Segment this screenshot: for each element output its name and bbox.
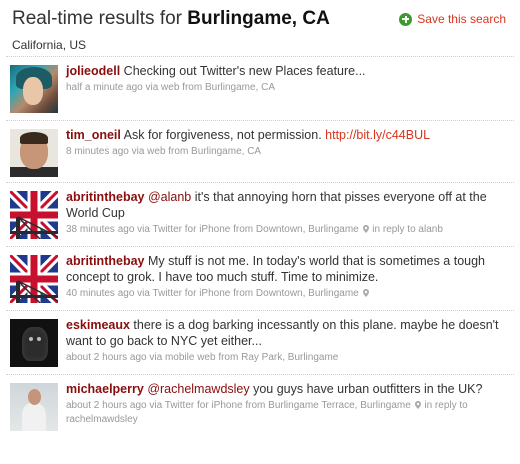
tweet-item: eskimeaux there is a dog barking incessa… [6, 310, 514, 374]
tweet-item: tim_oneil Ask for forgiveness, not permi… [6, 120, 514, 182]
tweet-mention[interactable]: @alanb [148, 190, 191, 204]
union-jack-bridge-icon [10, 255, 58, 303]
tweet-body: Ask for forgiveness, not permission. [123, 128, 326, 142]
tweet-meta: 40 minutes ago via Twitter for iPhone fr… [66, 287, 508, 301]
location-subtitle: California, US [12, 38, 87, 52]
tweet-username[interactable]: abritinthebay [66, 190, 145, 204]
user-avatar[interactable] [10, 191, 58, 239]
user-avatar[interactable] [10, 383, 58, 431]
tweet-username[interactable]: abritinthebay [66, 254, 145, 268]
tweet-meta: 8 minutes ago via web from Burlingame, C… [66, 146, 262, 157]
location-pin-icon [363, 225, 369, 233]
tweet-body: you guys have urban outfitters in the UK… [249, 382, 483, 396]
tweet-username[interactable]: michaelperry [66, 382, 144, 396]
tweet-meta-text: about 2 hours ago via Twitter for iPhone… [66, 400, 411, 411]
tweet-item: abritinthebay @alanb it's that annoying … [6, 182, 514, 246]
tweet-body: there is a dog barking incessantly on th… [66, 318, 499, 348]
tweet-text: jolieodell Checking out Twitter's new Pl… [66, 63, 508, 79]
tweet-username[interactable]: jolieodell [66, 64, 120, 78]
tweet-item: michaelperry @rachelmawdsley you guys ha… [6, 374, 514, 454]
tweet-username[interactable]: tim_oneil [66, 128, 121, 142]
tweet-item: abritinthebay My stuff is not me. In tod… [6, 246, 514, 310]
tweet-meta: about 2 hours ago via Twitter for iPhone… [66, 399, 508, 427]
location-pin-icon [415, 401, 421, 409]
plus-circle-icon [399, 12, 413, 26]
tweet-meta-text: 40 minutes ago via Twitter for iPhone fr… [66, 288, 359, 299]
tweet-username[interactable]: eskimeaux [66, 318, 130, 332]
user-avatar[interactable] [10, 319, 58, 367]
location-pin-icon [363, 289, 369, 297]
save-search-button[interactable]: Save this search [399, 12, 506, 26]
tweet-meta: about 2 hours ago via mobile web from Ra… [66, 352, 339, 363]
tweet-link[interactable]: http://bit.ly/c44BUL [325, 128, 430, 142]
tweet-text: eskimeaux there is a dog barking incessa… [66, 317, 508, 349]
search-results-page: Real-time results for Burlingame, CA Cal… [0, 0, 520, 464]
page-title: Real-time results for Burlingame, CA [12, 8, 330, 30]
user-avatar[interactable] [10, 255, 58, 303]
save-search-label: Save this search [417, 12, 506, 26]
tweet-text: abritinthebay My stuff is not me. In tod… [66, 253, 508, 285]
tweet-text: michaelperry @rachelmawdsley you guys ha… [66, 381, 508, 397]
title-prefix: Real-time results for [12, 8, 188, 29]
user-avatar[interactable] [10, 129, 58, 177]
user-avatar[interactable] [10, 65, 58, 113]
results-header: Real-time results for Burlingame, CA Cal… [6, 0, 514, 56]
tweet-item: jolieodell Checking out Twitter's new Pl… [6, 56, 514, 120]
tweet-text: tim_oneil Ask for forgiveness, not permi… [66, 127, 508, 143]
in-reply-link[interactable]: in reply to alanb [372, 224, 443, 235]
tweet-body: Checking out Twitter's new Places featur… [123, 64, 366, 78]
tweet-mention[interactable]: @rachelmawdsley [147, 382, 249, 396]
union-jack-bridge-icon [10, 191, 58, 239]
title-location: Burlingame, CA [187, 8, 330, 29]
tweet-meta: 38 minutes ago via Twitter for iPhone fr… [66, 223, 508, 237]
tweet-meta: half a minute ago via web from Burlingam… [66, 82, 275, 93]
tweet-meta-text: 38 minutes ago via Twitter for iPhone fr… [66, 224, 359, 235]
tweet-text: abritinthebay @alanb it's that annoying … [66, 189, 508, 221]
